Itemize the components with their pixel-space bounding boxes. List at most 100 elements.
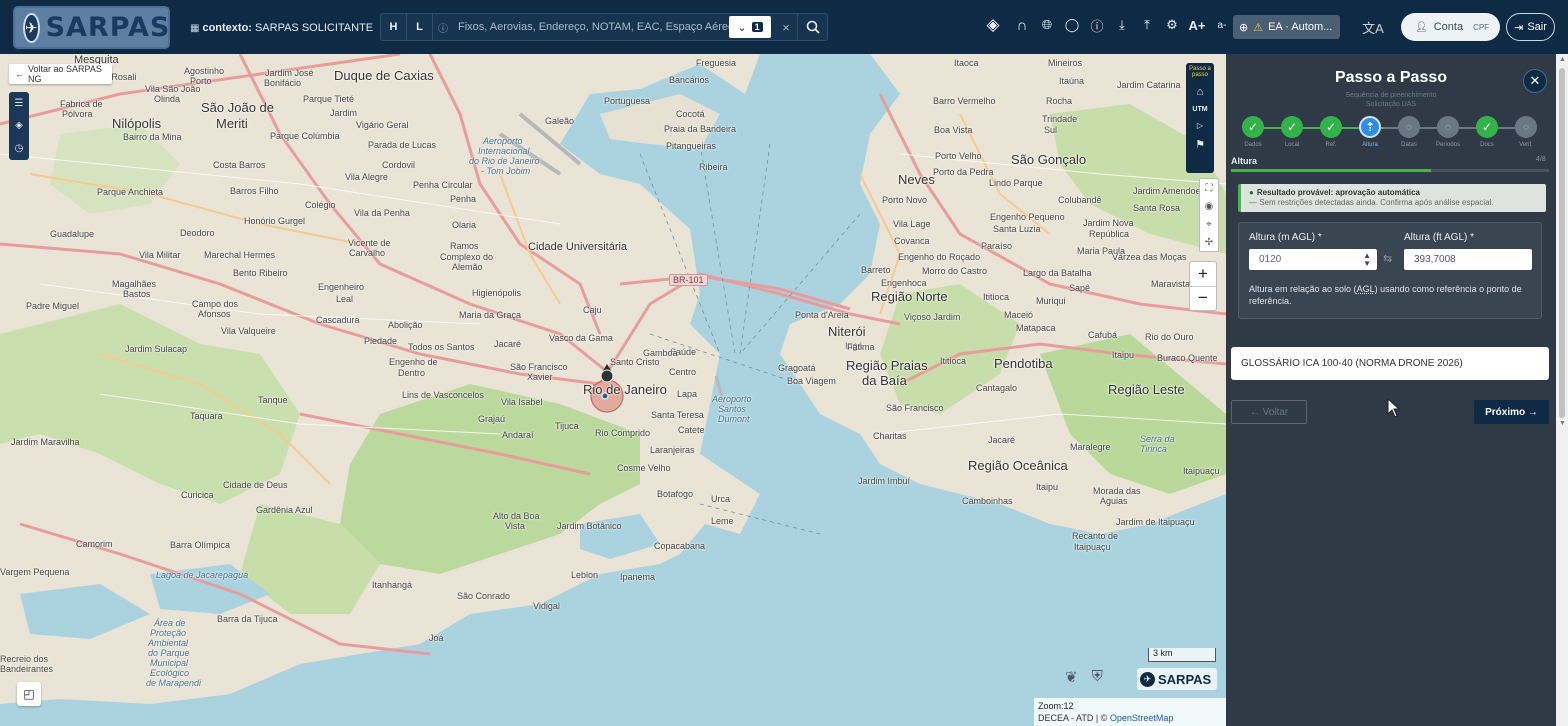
panel-subtitle-1: Sequência de preenchimento [1345, 92, 1437, 99]
map-label: Porto Velho [935, 151, 982, 161]
minimap-toggle-button[interactable]: ◰ [17, 682, 41, 706]
map-label: Alemão [452, 262, 483, 272]
next-button[interactable]: Próximo → [1474, 400, 1549, 424]
map-label: da Baía [862, 373, 907, 388]
map-label: Fátima [847, 342, 875, 352]
fullscreen-icon[interactable]: ⛶ [1206, 183, 1213, 194]
stack-icon[interactable]: ◈ [15, 120, 23, 131]
map-canvas[interactable]: Mesquita Duque de Caxias Fabrica de Pólvora… [0, 54, 1226, 726]
info-icon[interactable]: ⓘ [433, 20, 453, 35]
height-ft-value: 393,7008 [1414, 254, 1456, 265]
zoom-in-button[interactable]: + [1190, 262, 1216, 287]
zoom-out-button[interactable]: − [1190, 287, 1216, 311]
clear-search-icon[interactable]: × [775, 20, 797, 35]
account-button[interactable]: 👤︎ Conta CPF [1401, 13, 1500, 41]
map-label: Ribeira [699, 162, 728, 172]
step-2[interactable]: ✓ Local [1279, 116, 1305, 148]
glossary-button[interactable]: GLOSSÁRIO ICA 100-40 (NORMA DRONE 2026) [1231, 347, 1549, 380]
compass-icon[interactable]: ✢ [1205, 237, 1213, 248]
close-panel-button[interactable]: ✕ [1523, 69, 1547, 93]
panel-scrollbar[interactable]: ▲ ▼ [1556, 54, 1568, 726]
search-input[interactable] [453, 14, 729, 40]
chat-icon[interactable]: ◯ [1063, 14, 1081, 36]
font-increase-icon[interactable]: A+ [1188, 14, 1206, 36]
osm-link[interactable]: OpenStreetMap [1110, 713, 1174, 723]
stepper-arrows-icon[interactable]: ▲ ▼ [1363, 251, 1371, 268]
map-label: Leal [336, 294, 354, 304]
map-label: Campo dos [192, 299, 239, 309]
step-8[interactable]: ◌ Verif. [1513, 116, 1539, 148]
play-icon[interactable]: ▷ [1197, 121, 1203, 130]
download-icon[interactable]: ⤓ [1113, 14, 1131, 36]
map-label: Maria da Graça [459, 310, 522, 320]
step-6[interactable]: ◌ Períodos [1435, 116, 1461, 148]
step-3[interactable]: ✓ Ref. [1318, 116, 1344, 148]
magnet-icon[interactable]: ∩ [1013, 14, 1031, 36]
back-button[interactable]: ← Voltar [1231, 400, 1307, 424]
back-to-sarpas-ng-button[interactable]: ← Voltar ao SARPAS NG [9, 64, 112, 84]
clock-icon[interactable]: ◷ [15, 143, 24, 154]
shield-emblem-icon: ⛨ [1091, 668, 1103, 685]
map-label: Gamboa [643, 348, 678, 358]
map-label: São Francisco [510, 362, 568, 372]
step-mini-label[interactable]: Passo a passo [1186, 66, 1214, 78]
map-label: Abolição [388, 320, 423, 330]
flag-icon[interactable]: ⚑ [1195, 138, 1205, 151]
ea-status-button[interactable]: ⊕ ⚠ EA · Autom... [1233, 15, 1340, 39]
globe-icon[interactable]: 🌐︎ [1038, 14, 1056, 36]
utm-button[interactable]: UTM [1192, 106, 1207, 113]
height-help-text: Altura em relação ao solo (AGL) usando c… [1249, 283, 1535, 307]
step-4[interactable]: ⇡ Altura [1357, 116, 1383, 148]
mode-l-button[interactable]: L [407, 14, 433, 40]
map-label: Buraco Quente [1157, 353, 1218, 363]
upload-icon[interactable]: ⤒ [1138, 14, 1156, 36]
layers-icon[interactable]: ◈ [980, 14, 1006, 36]
info-circle-icon[interactable]: ⓘ [1088, 14, 1106, 36]
map-label: Bonifácio [264, 78, 302, 88]
logout-button[interactable]: ⇥ Sair [1506, 13, 1555, 41]
translate-icon[interactable]: 文A [1360, 14, 1386, 40]
map-label: Barros Filho [230, 186, 279, 196]
step-5[interactable]: ◌ Datas [1396, 116, 1422, 148]
sarpas-logo[interactable]: ✈ SARPAS [13, 6, 170, 49]
map-label: Jardim José [265, 68, 314, 78]
sliders-icon[interactable]: ☰ [15, 98, 24, 109]
step-7[interactable]: ✓ Docs [1474, 116, 1500, 148]
home-icon[interactable]: ⌂ [1197, 86, 1204, 98]
map-label: Sapê [1069, 283, 1091, 293]
zoom-control: + − [1189, 261, 1217, 311]
map-label: Ramos [450, 241, 479, 251]
map-label: Vila da Penha [354, 208, 410, 218]
map-label: Vila Isabel [501, 397, 543, 407]
search-filter-dropdown[interactable]: ⌄ 1 [729, 16, 771, 38]
map-label: Engenheiro [318, 282, 365, 292]
map-label: Região Leste [1108, 382, 1185, 397]
map-label: Magalhães [112, 279, 157, 289]
context-indicator[interactable]: ▦ contexto: SARPAS SOLICITANTE [190, 22, 373, 34]
swap-icon[interactable]: ⇆ [1383, 252, 1392, 265]
map-label: Vila Lage [893, 219, 931, 229]
locate-icon[interactable]: ⌖ [1206, 219, 1212, 230]
map-label: Grajaú [478, 414, 506, 424]
gear-icon[interactable]: ⚙ [1163, 14, 1181, 36]
height-m-input[interactable]: 0120 ▲ ▼ [1249, 249, 1377, 270]
scroll-down-icon[interactable]: ▼ [1559, 420, 1566, 427]
map-label: Bancários [669, 75, 710, 85]
height-ft-input[interactable]: 393,7008 [1404, 249, 1532, 270]
map-label: Área de [154, 618, 186, 628]
scrollbar-thumb[interactable] [1559, 68, 1565, 418]
mode-h-button[interactable]: H [381, 14, 407, 40]
map-label: Cidade Universitária [528, 241, 628, 253]
search-button[interactable] [797, 14, 827, 40]
toolbar: ◈ ∩ 🌐︎ ◯ ⓘ ⤓ ⤒ ⚙ A+ a- ▭ [980, 14, 1256, 36]
pin-icon[interactable]: ◉ [1205, 201, 1214, 212]
decea-emblem-icon: ✈ [23, 12, 40, 43]
map-label: Santos [718, 404, 747, 414]
map-label: Jacaré [988, 435, 1016, 445]
scroll-up-icon[interactable]: ▲ [1559, 56, 1566, 63]
map-label: Sul [1044, 125, 1058, 135]
step-1[interactable]: ✓ Dados [1240, 116, 1266, 148]
map-label: Andaraí [502, 430, 534, 440]
section-progress [1231, 169, 1549, 172]
font-decrease-icon[interactable]: a- [1213, 14, 1231, 36]
